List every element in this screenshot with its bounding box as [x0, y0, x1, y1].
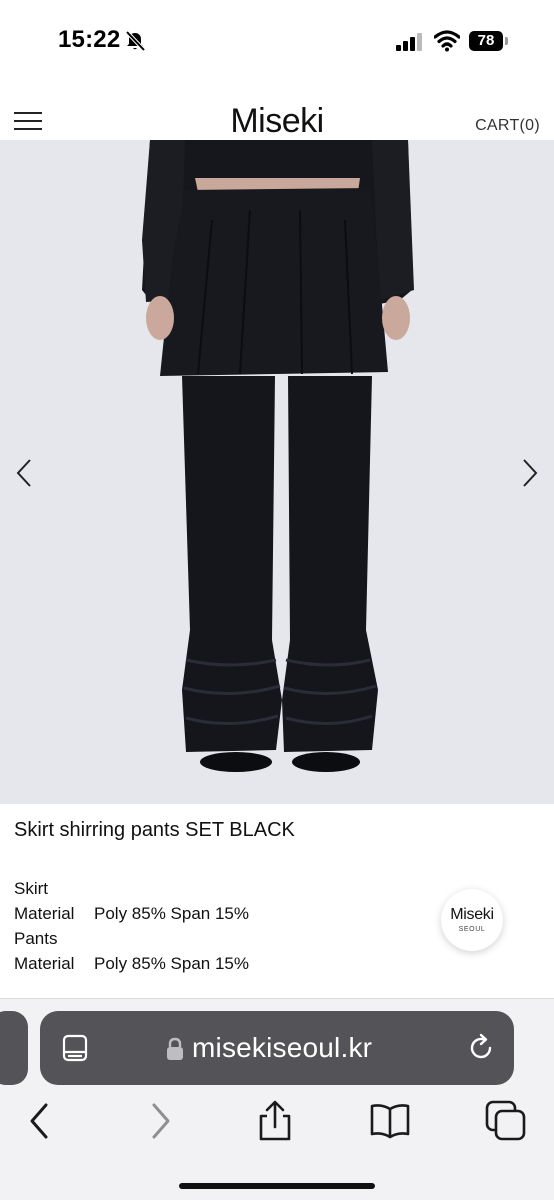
share-icon[interactable]: [253, 1099, 297, 1143]
detail-row: Pants: [14, 926, 249, 951]
chevron-right-icon[interactable]: [514, 456, 544, 490]
site-header: Miseki CART(0): [0, 88, 554, 140]
detail-label: Pants: [14, 929, 58, 948]
detail-value: Poly 85% Span 15%: [94, 904, 249, 923]
detail-label: Skirt: [14, 879, 48, 898]
page-menu-icon[interactable]: [60, 1033, 90, 1063]
site-logo[interactable]: Miseki: [0, 102, 554, 141]
detail-row: Material Poly 85% Span 15%: [14, 951, 249, 976]
badge-name: Miseki: [450, 906, 494, 923]
detail-label: Material: [14, 954, 75, 973]
cellular-signal-icon: [396, 33, 422, 51]
back-icon[interactable]: [18, 1099, 62, 1143]
detail-value: Poly 85% Span 15%: [94, 954, 249, 973]
wifi-icon: [434, 30, 460, 52]
bell-off-icon: [125, 30, 146, 52]
product-photo: [0, 140, 554, 804]
lock-icon: [167, 1037, 183, 1060]
cart-link[interactable]: CART(0): [475, 117, 540, 135]
chevron-left-icon[interactable]: [10, 456, 40, 490]
badge-subtitle: SEOUL: [458, 926, 486, 933]
bookmarks-icon[interactable]: [368, 1099, 412, 1143]
address-bar[interactable]: misekiseoul.kr: [40, 1011, 514, 1085]
previous-tab[interactable]: [0, 1011, 28, 1085]
detail-row: Material Poly 85% Span 15%: [14, 901, 249, 926]
floating-brand-button[interactable]: Miseki SEOUL: [441, 889, 503, 951]
product-image-carousel[interactable]: [0, 140, 554, 804]
status-time: 15:22: [58, 26, 121, 53]
detail-row: Skirt: [14, 876, 249, 901]
status-bar: 15:22 78: [0, 0, 554, 88]
battery-icon: 78: [469, 31, 509, 51]
tabs-icon[interactable]: [484, 1099, 528, 1143]
battery-level: 78: [477, 32, 495, 49]
browser-chrome: misekiseoul.kr: [0, 998, 554, 1200]
product-details: Skirt Material Poly 85% Span 15% Pants M…: [14, 876, 249, 976]
forward-icon[interactable]: [138, 1099, 182, 1143]
detail-label: Material: [14, 904, 75, 923]
home-indicator: [179, 1183, 375, 1189]
url-text[interactable]: misekiseoul.kr: [192, 1032, 372, 1064]
reload-icon[interactable]: [466, 1033, 496, 1063]
product-title: Skirt shirring pants SET BLACK: [14, 819, 295, 841]
hamburger-menu-icon[interactable]: [14, 112, 42, 132]
